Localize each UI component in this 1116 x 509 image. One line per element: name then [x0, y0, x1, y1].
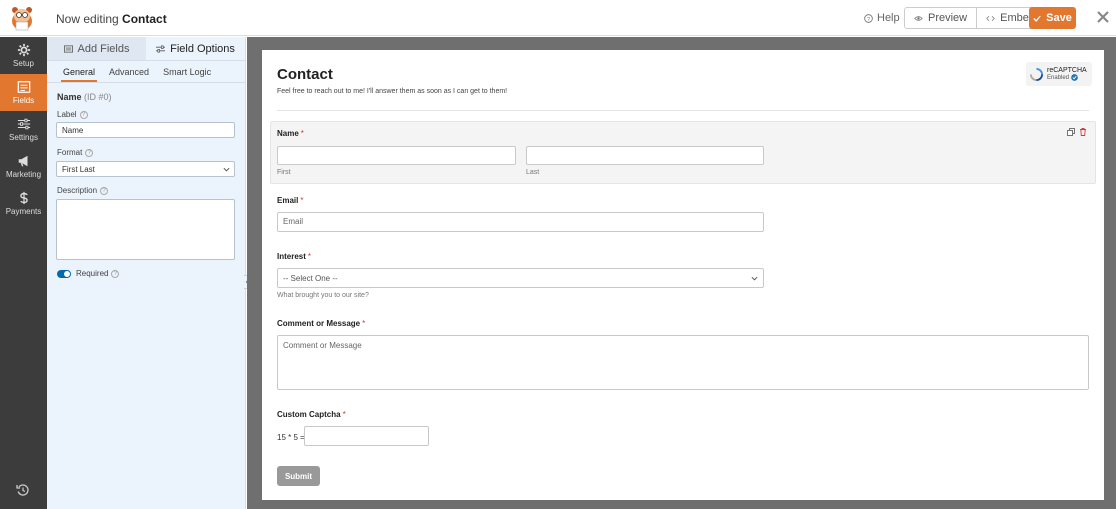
form-divider [277, 110, 1089, 111]
tab-add-fields[interactable]: Add Fields [47, 37, 146, 60]
chevron-down-icon [751, 276, 758, 281]
sidebar-item-settings[interactable]: Settings [0, 111, 47, 148]
field-actions [1067, 128, 1087, 136]
last-sublabel: Last [526, 169, 540, 176]
field-options-panel: Add Fields Field Options General Advance… [47, 37, 246, 509]
help-button[interactable]: ? Help [864, 12, 900, 24]
required-label: Required? [76, 269, 120, 278]
close-icon[interactable] [1096, 10, 1110, 24]
megaphone-icon [18, 155, 27, 167]
subtab-advanced[interactable]: Advanced [107, 67, 151, 82]
duplicate-icon[interactable] [1067, 128, 1075, 136]
code-icon [986, 15, 995, 21]
preview-embed-group: Preview Embed [904, 7, 1045, 29]
help-tooltip-icon[interactable]: ? [85, 148, 94, 157]
recaptcha-icon [1030, 67, 1043, 81]
trash-icon[interactable] [1079, 128, 1087, 136]
format-select[interactable]: First Last [56, 161, 235, 177]
sidebar-item-payments[interactable]: Payments [0, 185, 47, 222]
help-tooltip-icon[interactable]: ? [111, 269, 120, 278]
email-field-label: Email * [277, 196, 304, 205]
svg-text:?: ? [867, 16, 870, 22]
builder-sidebar: Setup Fields Settings Marketing Payments [0, 37, 47, 509]
last-name-input[interactable] [526, 146, 764, 165]
email-input[interactable]: Email [277, 212, 764, 232]
form-title: Contact [277, 66, 333, 83]
form-preview: Contact Feel free to reach out to me! I'… [262, 50, 1104, 500]
subtab-general[interactable]: General [61, 67, 98, 82]
gear-icon [17, 43, 30, 57]
checkmark-icon [1033, 15, 1041, 22]
tab-field-options[interactable]: Field Options [146, 37, 245, 60]
wpforms-logo-icon [12, 7, 32, 31]
help-tooltip-icon[interactable]: ? [100, 186, 109, 195]
captcha-question: 15 * 5 = [277, 433, 305, 442]
submit-button[interactable]: Submit [277, 466, 320, 486]
dollar-icon [19, 191, 28, 205]
selected-field-name: Name (ID #0) [57, 92, 112, 102]
interest-help-text: What brought you to our site? [277, 292, 369, 299]
sidebar-item-marketing[interactable]: Marketing [0, 148, 47, 185]
help-tooltip-icon[interactable]: ? [79, 110, 88, 119]
first-sublabel: First [277, 169, 291, 176]
revisions-history-icon[interactable] [16, 483, 30, 497]
sidebar-item-fields[interactable]: Fields [0, 74, 47, 111]
eye-icon [914, 15, 923, 21]
panel-subtabs: General Advanced Smart Logic [47, 61, 245, 83]
help-icon: ? [864, 13, 873, 23]
name-field-label: Name * [277, 129, 304, 138]
sliders-icon [156, 44, 166, 53]
sidebar-item-setup[interactable]: Setup [0, 37, 47, 74]
save-button[interactable]: Save [1029, 7, 1076, 29]
field-id: (ID #0) [84, 92, 112, 102]
comment-textarea[interactable]: Comment or Message [277, 335, 1089, 390]
description-caption: Description? [57, 186, 109, 195]
list-icon [63, 44, 73, 53]
fields-icon [17, 81, 30, 93]
verified-check-icon [1071, 74, 1078, 81]
form-description: Feel free to reach out to me! I'll answe… [277, 88, 508, 95]
sliders-icon [17, 118, 30, 130]
form-name: Contact [122, 12, 167, 26]
chevron-down-icon [223, 167, 230, 172]
page-title: Now editing Contact [56, 12, 167, 26]
interest-select[interactable]: -- Select One -- [277, 268, 764, 288]
top-bar: Now editing Contact ? Help Preview Embed… [0, 0, 1116, 36]
description-textarea[interactable] [56, 199, 235, 260]
first-name-input[interactable] [277, 146, 516, 165]
required-toggle[interactable] [57, 270, 71, 278]
format-caption: Format? [57, 148, 94, 157]
interest-field-label: Interest * [277, 252, 312, 261]
panel-tabs: Add Fields Field Options [47, 37, 245, 61]
captcha-field-label: Custom Captcha * [277, 410, 346, 419]
label-caption: Label? [57, 110, 88, 119]
captcha-answer-input[interactable] [304, 426, 429, 446]
preview-button[interactable]: Preview [905, 8, 976, 28]
comment-field-label: Comment or Message * [277, 319, 366, 328]
label-input[interactable]: Name [56, 122, 235, 138]
recaptcha-badge: reCAPTCHA Enabled [1026, 62, 1092, 86]
subtab-smart-logic[interactable]: Smart Logic [161, 67, 213, 82]
